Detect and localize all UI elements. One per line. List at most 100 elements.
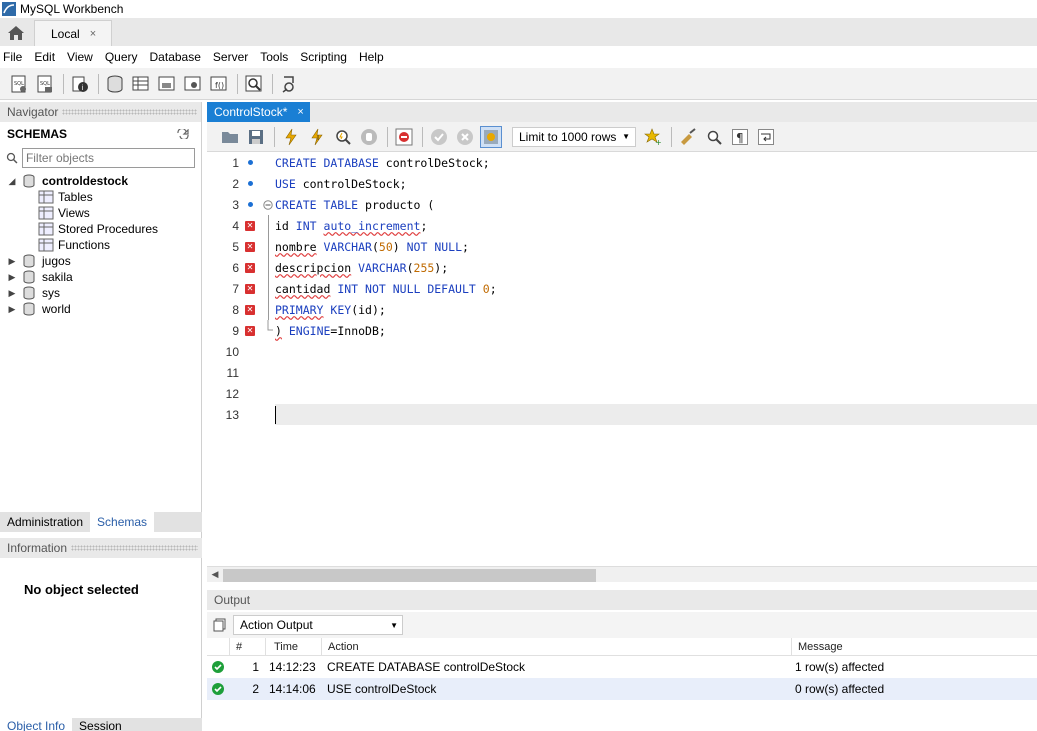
sql-editor[interactable]: 1 CREATE DATABASE controlDeStock; 2 USE … <box>207 152 1037 566</box>
window-title: MySQL Workbench <box>20 2 124 16</box>
column-header-action[interactable]: Action <box>321 637 791 656</box>
create-view-button[interactable] <box>156 73 178 95</box>
rollback-button[interactable] <box>454 126 476 148</box>
create-schema-button[interactable] <box>104 73 126 95</box>
reconnect-button[interactable] <box>278 73 300 95</box>
tab-administration[interactable]: Administration <box>0 512 90 532</box>
explain-button[interactable] <box>332 126 354 148</box>
code-line[interactable]: 4 ✕ id INT auto_increment; <box>207 215 1037 236</box>
find-replace-button[interactable] <box>703 126 725 148</box>
code-line[interactable]: 12 <box>207 383 1037 404</box>
word-wrap-button[interactable] <box>755 126 777 148</box>
code-line[interactable]: 9 ✕ ) ENGINE=InnoDB; <box>207 320 1037 341</box>
tree-item-views[interactable]: Views <box>0 205 201 221</box>
code-keyword: CREATE TABLE <box>275 197 359 212</box>
close-icon[interactable]: × <box>90 28 96 40</box>
tree-item-functions[interactable]: Functions <box>0 237 201 253</box>
code-line[interactable]: 11 <box>207 362 1037 383</box>
code-line[interactable]: 5 ✕ nombre VARCHAR(50) NOT NULL; <box>207 236 1037 257</box>
code-line[interactable]: 1 CREATE DATABASE controlDeStock; <box>207 152 1037 173</box>
menu-query[interactable]: Query <box>99 50 144 64</box>
code-line[interactable]: 6 ✕ descripcion VARCHAR(255); <box>207 257 1037 278</box>
menu-tools[interactable]: Tools <box>254 50 294 64</box>
code-line[interactable]: 8 ✕ PRIMARY KEY(id); <box>207 299 1037 320</box>
tab-controlstock[interactable]: ControlStock* × <box>207 102 310 122</box>
collapsed-arrow-icon[interactable]: ▶ <box>6 304 18 315</box>
refresh-icon[interactable] <box>177 129 189 139</box>
code-line[interactable]: 3 CREATE TABLE producto ( <box>207 194 1037 215</box>
schema-item-sakila[interactable]: ▶ sakila <box>0 269 201 285</box>
scrollbar-thumb[interactable] <box>223 569 596 582</box>
invisible-chars-button[interactable]: ¶ <box>729 126 751 148</box>
collapsed-arrow-icon[interactable]: ▶ <box>6 272 18 283</box>
save-button[interactable] <box>245 126 267 148</box>
open-file-button[interactable] <box>219 126 241 148</box>
inspector-button[interactable]: i <box>69 73 91 95</box>
collapsed-arrow-icon[interactable]: ▶ <box>6 256 18 267</box>
code-line[interactable]: 13 <box>207 404 1037 425</box>
copy-icon[interactable] <box>213 618 227 632</box>
execute-all-button[interactable] <box>280 126 302 148</box>
expanded-arrow-icon[interactable]: ◢ <box>6 176 18 187</box>
panel-grip <box>71 545 198 551</box>
text-cursor <box>275 405 276 424</box>
autocommit-toggle-button[interactable] <box>480 125 502 148</box>
output-row[interactable]: 2 14:14:06 USE controlDeStock 0 row(s) a… <box>207 678 1037 700</box>
add-snippet-button[interactable]: + <box>642 126 664 148</box>
fold-toggle[interactable] <box>261 199 275 210</box>
stop-button[interactable] <box>358 126 380 148</box>
code-line[interactable]: 10 <box>207 341 1037 362</box>
schema-item-controldestock[interactable]: ◢ controldestock <box>0 173 201 189</box>
output-mode-select[interactable]: Action Output ▼ <box>233 615 403 635</box>
error-marker[interactable]: ✕ <box>239 304 261 315</box>
error-marker[interactable]: ✕ <box>239 283 261 294</box>
menu-database[interactable]: Database <box>144 50 207 64</box>
column-header-time[interactable]: Time <box>265 637 321 656</box>
procedure-icon <box>184 76 201 90</box>
tree-item-stored-procedures[interactable]: Stored Procedures <box>0 221 201 237</box>
chevron-left-icon[interactable]: ◀ <box>207 569 223 580</box>
output-row[interactable]: 1 14:12:23 CREATE DATABASE controlDeStoc… <box>207 656 1037 678</box>
menu-view[interactable]: View <box>61 50 99 64</box>
execute-current-button[interactable]: I <box>306 126 328 148</box>
new-sql-tab-button[interactable]: SQL <box>8 73 30 95</box>
search-table-data-button[interactable] <box>243 73 265 95</box>
tab-session[interactable]: Session <box>72 718 129 731</box>
create-procedure-button[interactable] <box>182 73 204 95</box>
open-sql-script-button[interactable]: SQL <box>34 73 56 95</box>
schema-item-world[interactable]: ▶ world <box>0 301 201 317</box>
filter-objects-input[interactable]: Filter objects <box>21 148 195 168</box>
beautify-button[interactable] <box>677 126 699 148</box>
connection-tab-local[interactable]: Local × <box>34 20 112 46</box>
connection-tab-bar: Local × <box>0 18 1037 46</box>
error-marker[interactable]: ✕ <box>239 262 261 273</box>
home-button[interactable] <box>0 20 32 46</box>
menu-edit[interactable]: Edit <box>28 50 61 64</box>
commit-button[interactable] <box>428 126 450 148</box>
column-header-number[interactable]: # <box>229 637 265 656</box>
collapsed-arrow-icon[interactable]: ▶ <box>6 288 18 299</box>
limit-rows-select[interactable]: Limit to 1000 rows ▼ <box>512 126 636 147</box>
toggle-stop-on-error-button[interactable] <box>393 126 415 148</box>
close-icon[interactable]: × <box>297 106 303 118</box>
create-function-button[interactable]: f() <box>208 73 230 95</box>
code-line[interactable]: 2 USE controlDeStock; <box>207 173 1037 194</box>
fold-line <box>261 278 275 299</box>
column-header-message[interactable]: Message <box>791 637 1037 656</box>
menu-scripting[interactable]: Scripting <box>294 50 353 64</box>
menu-file[interactable]: File <box>0 50 28 64</box>
tab-object-info[interactable]: Object Info <box>0 718 73 731</box>
menu-help[interactable]: Help <box>353 50 390 64</box>
tree-item-tables[interactable]: Tables <box>0 189 201 205</box>
schema-item-jugos[interactable]: ▶ jugos <box>0 253 201 269</box>
editor-horizontal-scrollbar[interactable]: ◀ <box>207 566 1037 582</box>
error-marker[interactable]: ✕ <box>239 241 261 252</box>
tab-schemas[interactable]: Schemas <box>90 512 155 532</box>
code-line[interactable]: 7 ✕ cantidad INT NOT NULL DEFAULT 0; <box>207 278 1037 299</box>
code-punct: ); <box>434 260 449 275</box>
create-table-button[interactable] <box>130 73 152 95</box>
schema-item-sys[interactable]: ▶ sys <box>0 285 201 301</box>
error-marker[interactable]: ✕ <box>239 325 261 336</box>
error-marker[interactable]: ✕ <box>239 220 261 231</box>
menu-server[interactable]: Server <box>207 50 254 64</box>
